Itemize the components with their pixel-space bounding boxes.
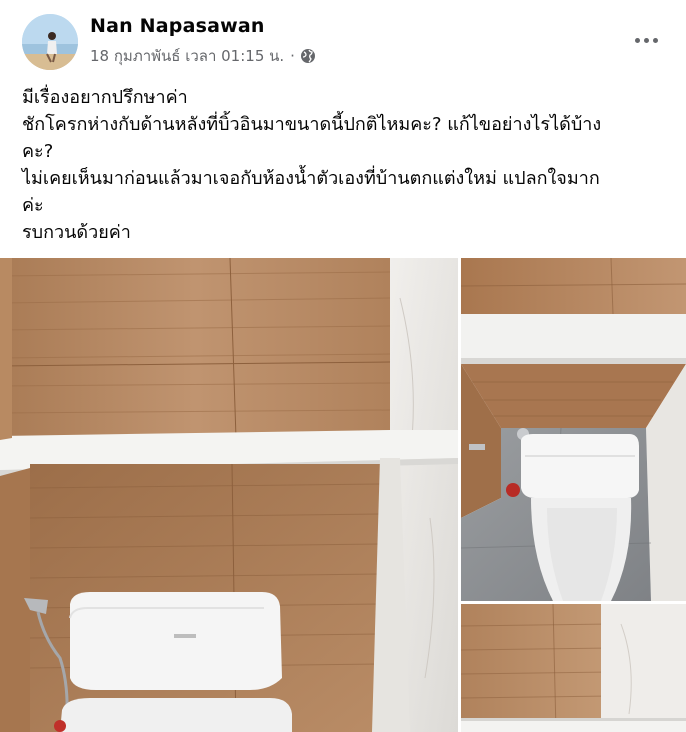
photo-grid — [0, 258, 686, 732]
post-text-line: คะ? — [22, 141, 54, 162]
post-text-line: ชักโครกห่างกับด้านหลังที่บิ้วอินมาขนาดนี… — [22, 114, 602, 135]
photo-toilet-front[interactable] — [0, 258, 458, 732]
post-text-line: ไม่เคยเห็นมาก่อนแล้วมาเจอกับห้องน้ำตัวเอ… — [22, 168, 600, 189]
post-meta: 18 กุมภาพันธ์ เวลา 01:15 น. · — [90, 44, 316, 68]
post-header: Nan Napasawan 18 กุมภาพันธ์ เวลา 01:15 น… — [0, 0, 686, 80]
avatar[interactable] — [22, 14, 78, 70]
photo-toilet-top-view[interactable] — [461, 258, 686, 601]
post-text-line: ค่ะ — [22, 195, 44, 216]
more-horizontal-icon — [634, 37, 640, 43]
post-timestamp[interactable]: 18 กุมภาพันธ์ เวลา 01:15 น. — [90, 44, 284, 68]
globe-icon[interactable] — [300, 48, 316, 64]
author-name[interactable]: Nan Napasawan — [90, 15, 265, 37]
post-text-line: รบกวนด้วยค่า — [22, 222, 131, 243]
meta-separator: · — [290, 47, 295, 65]
more-options-button[interactable] — [628, 22, 664, 58]
post-text: มีเรื่องอยากปรึกษาค่า ชักโครกห่างกับด้าน… — [22, 84, 662, 246]
photo-shelf-wall[interactable] — [461, 604, 686, 732]
post-text-line: มีเรื่องอยากปรึกษาค่า — [22, 87, 188, 108]
avatar-image — [22, 14, 78, 70]
